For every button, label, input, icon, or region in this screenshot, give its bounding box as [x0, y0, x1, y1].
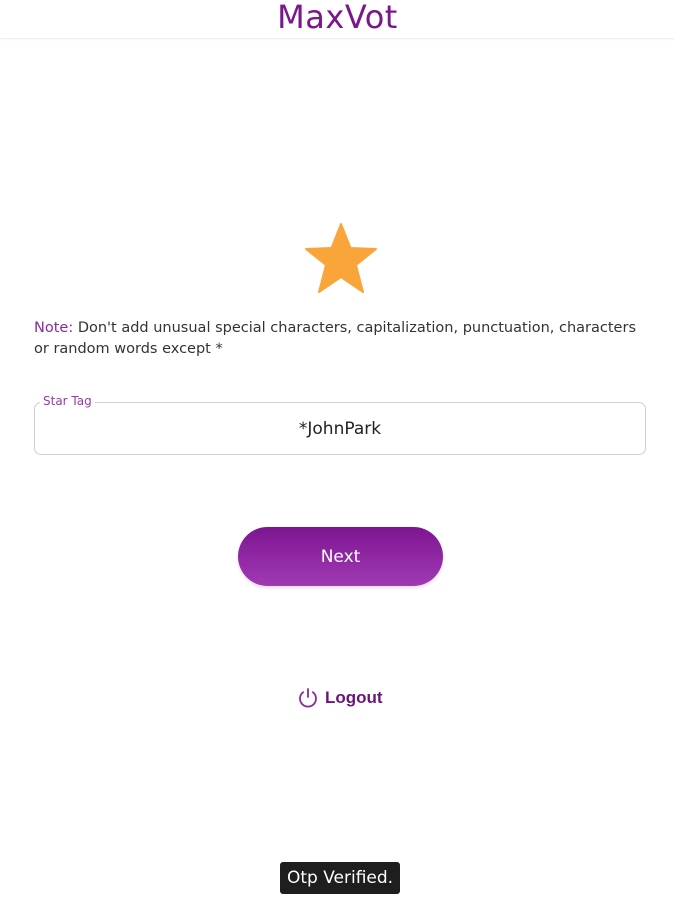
app-title: MaxVot: [277, 0, 398, 36]
logout-button[interactable]: Logout: [297, 686, 383, 710]
note-label: Note:: [34, 320, 74, 336]
next-button[interactable]: Next: [238, 527, 443, 586]
toast-message: Otp Verified.: [287, 868, 394, 888]
star-tag-input[interactable]: [35, 403, 645, 454]
star-tag-field: Star Tag: [34, 394, 646, 455]
note-body: Don't add unusual special characters, ca…: [34, 320, 636, 357]
star-icon: [304, 222, 378, 294]
note-text: Note: Don't add unusual special characte…: [34, 318, 649, 360]
logout-label: Logout: [325, 688, 383, 707]
app-screen: MaxVot Note: Don't add unusual special c…: [0, 0, 675, 900]
power-icon: [297, 687, 319, 709]
app-header: MaxVot: [0, 0, 675, 39]
toast-notification: Otp Verified.: [280, 862, 401, 894]
